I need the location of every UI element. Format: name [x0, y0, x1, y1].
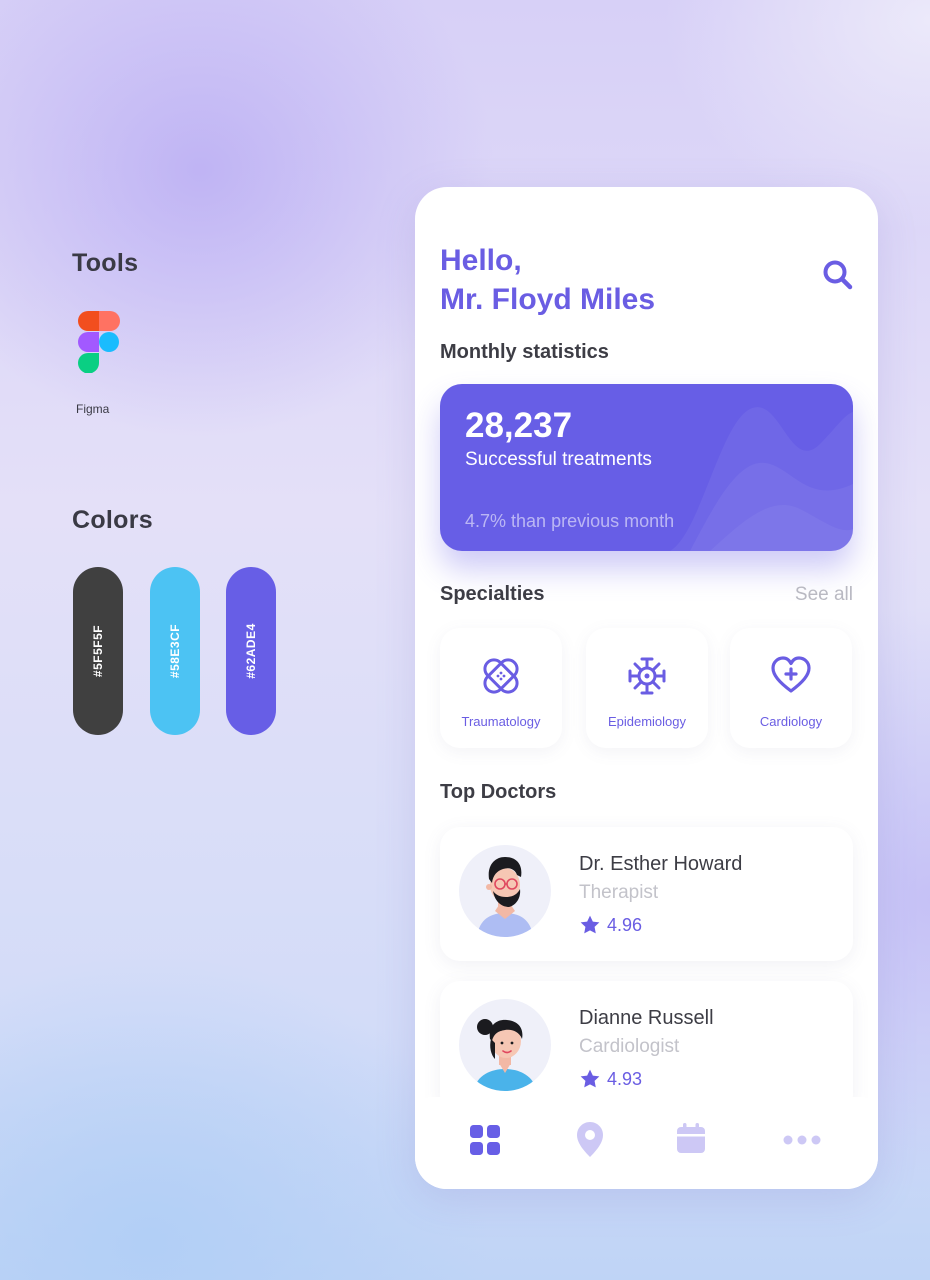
specialty-label: Epidemiology: [607, 714, 687, 729]
greeting-line-2: Mr. Floyd Miles: [440, 283, 656, 316]
statistics-card: 28,237 Successful treatments 4.7% than p…: [440, 384, 853, 551]
nav-calendar[interactable]: [668, 1117, 714, 1163]
color-swatch-cyan: #58E3CF: [150, 567, 200, 735]
rating-value: 4.96: [607, 914, 643, 935]
comparison-text: 4.7% than previous month: [465, 511, 675, 531]
specialty-label: Traumatology: [461, 714, 541, 729]
doctor-name: Dr. Esther Howard: [579, 853, 743, 875]
specialties-heading: Specialties: [440, 583, 545, 605]
calendar-icon: [677, 1123, 705, 1153]
doctor-card[interactable]: Dianne Russell Cardiologist 4.93: [440, 981, 853, 1115]
specialty-label: Cardiology: [759, 714, 823, 729]
location-pin-icon: [577, 1122, 603, 1157]
doctor-avatar-illustration: [473, 1019, 537, 1091]
grid-icon: [470, 1125, 500, 1155]
virus-icon: [628, 657, 666, 695]
tools-title: Tools: [72, 249, 139, 277]
doctor-specialty: Cardiologist: [579, 1036, 680, 1057]
doctor-rating: 4.96: [579, 914, 642, 936]
more-dots-icon: [783, 1135, 821, 1145]
doctor-avatar-illustration: [477, 857, 533, 937]
rating-value: 4.93: [607, 1068, 643, 1089]
figma-logo: [78, 311, 120, 373]
color-swatch-purple: #62ADE4: [226, 567, 276, 735]
search-button[interactable]: [820, 257, 856, 293]
heart-plus-icon: [771, 656, 811, 693]
greeting-line-1: Hello,: [440, 244, 522, 277]
swatch-label: #5F5F5F: [91, 624, 105, 678]
top-doctors-heading: Top Doctors: [440, 781, 557, 803]
bandage-icon: [483, 658, 519, 694]
doctor-card[interactable]: Dr. Esther Howard Therapist 4.96: [440, 827, 853, 961]
specialty-traumatology[interactable]: Traumatology: [440, 628, 562, 748]
avatar: [459, 999, 551, 1091]
nav-more[interactable]: [779, 1117, 825, 1163]
phone-screen: Hello, Mr. Floyd Miles Monthly statistic…: [415, 187, 878, 1189]
avatar: [459, 845, 551, 937]
color-swatch-gray: #5F5F5F: [73, 567, 123, 735]
doctor-rating: 4.93: [579, 1068, 642, 1090]
doctor-specialty: Therapist: [579, 882, 659, 903]
star-icon: [580, 915, 600, 934]
bottom-navigation: [415, 1097, 878, 1189]
figma-label: Figma: [76, 402, 110, 416]
treatments-label: Successful treatments: [465, 449, 652, 470]
specialty-cardiology[interactable]: Cardiology: [730, 628, 852, 748]
doctor-name: Dianne Russell: [579, 1007, 714, 1029]
star-icon: [580, 1069, 600, 1088]
nav-home[interactable]: [462, 1117, 508, 1163]
see-all-link[interactable]: See all: [795, 584, 853, 606]
treatments-count: 28,237: [465, 406, 573, 445]
monthly-statistics-heading: Monthly statistics: [440, 341, 609, 363]
swatch-label: #58E3CF: [168, 623, 183, 679]
specialty-epidemiology[interactable]: Epidemiology: [586, 628, 708, 748]
swatch-label: #62ADE4: [244, 623, 258, 679]
colors-title: Colors: [72, 506, 153, 534]
nav-location[interactable]: [567, 1117, 613, 1163]
search-icon: [823, 260, 853, 290]
